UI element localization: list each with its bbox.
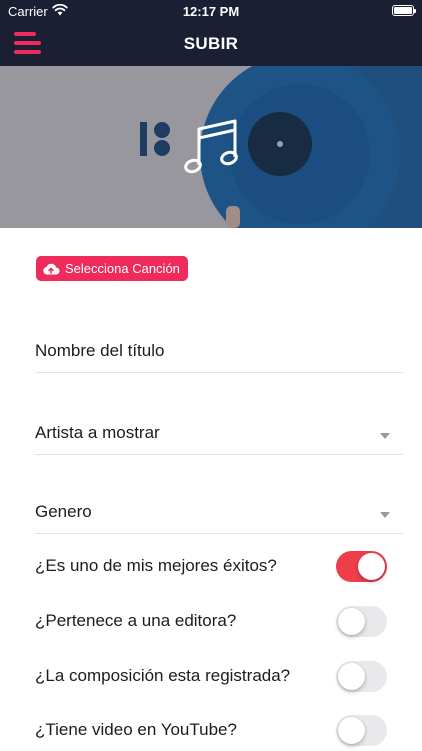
genre-field[interactable]: Genero — [35, 492, 404, 534]
title-field-placeholder: Nombre del título — [35, 341, 165, 360]
select-song-button[interactable]: Selecciona Canción — [36, 256, 188, 281]
toggle-row-best-hits: ¿Es uno de mis mejores éxitos? — [35, 547, 387, 587]
select-song-label: Selecciona Canción — [65, 261, 180, 276]
hero-image — [0, 66, 422, 228]
artist-field[interactable]: Artista a mostrar — [35, 413, 404, 455]
toggle-row-registered: ¿La composición esta registrada? — [35, 657, 387, 697]
registered-switch[interactable] — [336, 661, 387, 692]
toggle-row-youtube: ¿Tiene video en YouTube? — [35, 711, 387, 751]
toggle-label: ¿Pertenece a una editora? — [35, 611, 237, 630]
battery-icon — [392, 5, 416, 16]
status-time: 12:17 PM — [182, 4, 240, 19]
switch-knob — [358, 553, 385, 580]
toggle-label: ¿Tiene video en YouTube? — [35, 720, 237, 739]
best-hits-switch[interactable] — [336, 551, 387, 582]
status-bar: Carrier 12:17 PM — [0, 0, 422, 22]
nav-bar: SUBIR — [0, 22, 422, 66]
page-title: SUBIR — [183, 34, 239, 53]
switch-knob — [338, 663, 365, 690]
music-note-icon — [184, 119, 238, 174]
genre-field-placeholder: Genero — [35, 502, 92, 521]
toggle-label: ¿La composición esta registrada? — [35, 666, 291, 685]
switch-knob — [338, 608, 365, 635]
cloud-upload-icon — [43, 263, 60, 274]
switch-knob — [338, 717, 365, 744]
toggle-row-publisher: ¿Pertenece a una editora? — [35, 602, 387, 642]
title-field[interactable]: Nombre del título — [35, 331, 404, 373]
youtube-switch[interactable] — [336, 715, 387, 746]
dropdown-arrow-icon — [380, 512, 390, 518]
toggle-label: ¿Es uno de mis mejores éxitos? — [35, 556, 277, 575]
dropdown-arrow-icon — [380, 433, 390, 439]
publisher-switch[interactable] — [336, 606, 387, 637]
artist-field-placeholder: Artista a mostrar — [35, 423, 160, 442]
